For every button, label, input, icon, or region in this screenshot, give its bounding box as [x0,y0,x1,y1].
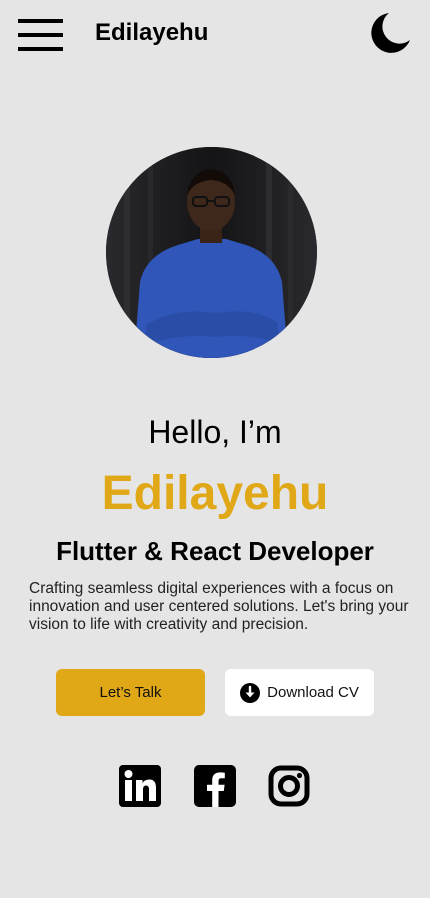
facebook-icon[interactable] [194,765,236,807]
greeting-text: Hello, I’m [148,414,282,450]
moon-icon[interactable] [367,10,413,56]
hero-name: Edilayehu [101,467,329,520]
top-bar: Edilayehu [0,0,430,72]
download-cv-label: Download CV [267,684,359,701]
brand-name: Edilayehu [95,19,209,46]
instagram-icon[interactable] [268,765,310,807]
linkedin-icon[interactable] [119,765,161,807]
download-circle-icon [240,682,261,703]
lets-talk-button[interactable]: Let’s Talk [56,669,205,716]
hamburger-menu-icon[interactable] [18,19,64,53]
intro-description: Crafting seamless digital experiences wi… [29,580,409,633]
job-title: Flutter & React Developer [56,536,374,566]
profile-photo [106,147,317,358]
download-cv-button[interactable]: Download CV [225,669,374,716]
